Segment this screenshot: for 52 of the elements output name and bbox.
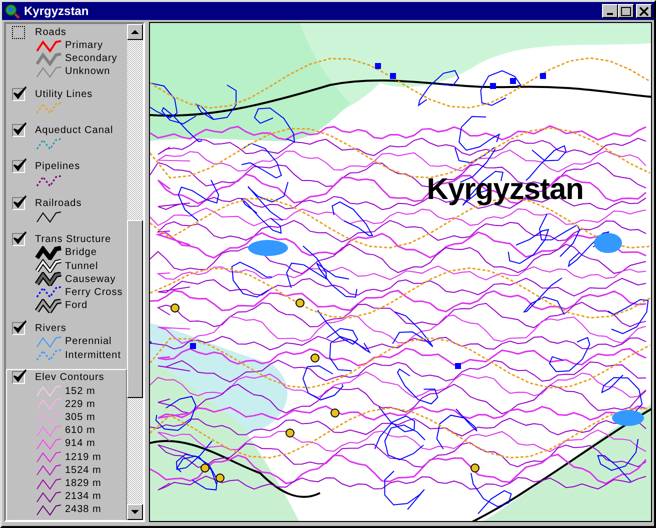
theme-name: Rivers bbox=[35, 322, 66, 334]
legend-class-label: 610 m bbox=[65, 425, 96, 436]
minimize-button[interactable] bbox=[602, 4, 618, 18]
legend-class-label: Causeway bbox=[65, 274, 116, 285]
legend-class-label: 2134 m bbox=[65, 491, 102, 502]
legend-class-label: 229 m bbox=[65, 398, 96, 410]
legend-class-label: Tunnel bbox=[65, 260, 98, 272]
map-drawing[interactable] bbox=[150, 23, 651, 521]
maximize-button[interactable] bbox=[618, 4, 634, 18]
theme-name: Pipelines bbox=[35, 161, 80, 172]
legend-class-label: 1219 m bbox=[65, 452, 102, 463]
theme-checkbox[interactable] bbox=[12, 160, 25, 174]
up-arrow-icon bbox=[130, 30, 139, 34]
theme-name: Elev Contours bbox=[35, 372, 104, 384]
legend-class-label: Secondary bbox=[65, 53, 118, 64]
theme-checkbox[interactable] bbox=[12, 88, 25, 102]
window-title: Kyrgyzstan bbox=[24, 4, 90, 18]
legend-class-label: Ferry Cross bbox=[65, 286, 123, 298]
legend-class-label: Unknown bbox=[65, 66, 110, 78]
theme-name: Roads bbox=[35, 26, 66, 38]
legend-class-label: 305 m bbox=[65, 412, 96, 424]
selected-theme-highlight[interactable]: Elev Contours 152 m 229 m 305 m 610 m 914 m 1219 m 1524 m 1829 m 2134 m 2438 m bbox=[6, 368, 127, 520]
theme-name: Utility Lines bbox=[35, 89, 93, 100]
globe-magnifier-icon bbox=[4, 3, 20, 19]
theme-checkbox[interactable] bbox=[12, 232, 25, 246]
scroll-up-button[interactable] bbox=[126, 24, 143, 40]
close-icon bbox=[639, 6, 649, 16]
legend-class-label: Bridge bbox=[65, 247, 97, 258]
theme-name: Aqueduct Canal bbox=[35, 125, 114, 136]
legend-class-label: 1829 m bbox=[65, 478, 102, 490]
theme-checkbox[interactable] bbox=[12, 124, 25, 138]
legend-class-label: Ford bbox=[65, 300, 88, 312]
close-button[interactable] bbox=[636, 4, 652, 18]
theme-checkbox[interactable] bbox=[12, 322, 25, 335]
legend-class-label: Perennial bbox=[65, 336, 112, 348]
theme-checkbox[interactable] bbox=[12, 26, 25, 38]
theme-name: Railroads bbox=[35, 198, 82, 209]
legend-class-label: 914 m bbox=[65, 438, 96, 450]
legend-class-label: Primary bbox=[65, 40, 103, 52]
maximize-icon bbox=[621, 6, 631, 16]
theme-checkbox[interactable] bbox=[12, 371, 25, 384]
theme-checkbox[interactable] bbox=[12, 196, 25, 210]
down-arrow-icon bbox=[130, 510, 139, 514]
legend-class-label: 1524 m bbox=[65, 464, 102, 476]
minimize-icon bbox=[607, 13, 613, 15]
legend-class-label: 2438 m bbox=[65, 504, 102, 516]
scroll-down-button[interactable] bbox=[126, 504, 143, 520]
scrollbar[interactable] bbox=[126, 24, 143, 520]
theme-name: Trans Structure bbox=[35, 234, 112, 245]
legend-class-label: 152 m bbox=[65, 386, 96, 397]
scroll-thumb[interactable] bbox=[126, 220, 143, 398]
legend-class-label: Intermittent bbox=[65, 350, 122, 361]
